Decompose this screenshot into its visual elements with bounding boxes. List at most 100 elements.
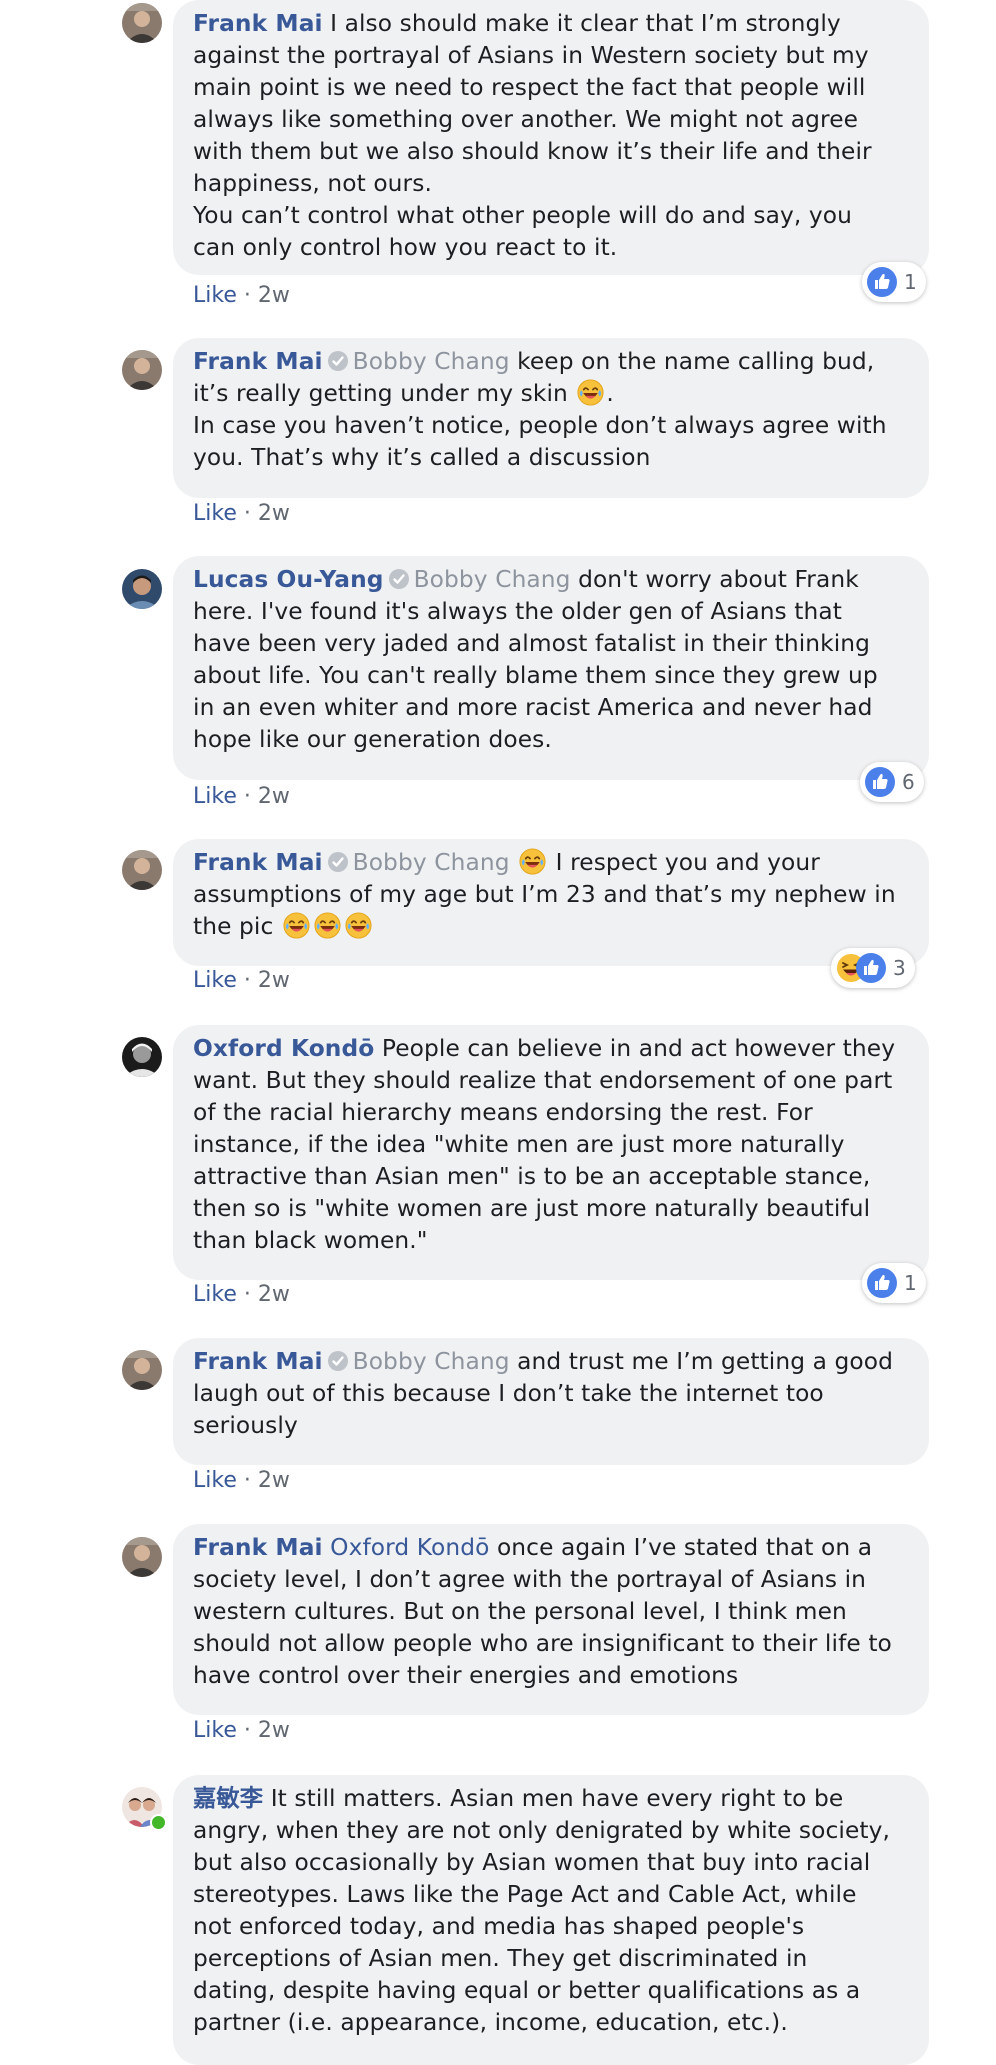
reaction-summary[interactable]: 1 [862, 1263, 926, 1303]
comment-text: . [606, 380, 614, 407]
laughing-emoji [282, 911, 311, 940]
like-reaction-icon [866, 1267, 898, 1299]
comment-bubble: Lucas Ou-Yang Bobby Chang don't worry abo… [173, 556, 929, 780]
like-reaction-icon [855, 952, 887, 984]
comment-text: and trust me I’m getting a good [509, 1348, 893, 1375]
reaction-count: 1 [904, 1271, 917, 1295]
verified-icon [388, 568, 410, 590]
separator: · [236, 501, 258, 526]
comment-actions: Like · 2w [193, 501, 290, 526]
avatar[interactable] [122, 350, 162, 390]
laughing-emoji [313, 911, 342, 940]
author-name[interactable]: Frank Mai [193, 849, 323, 876]
comment-text: I respect you and your [548, 849, 820, 876]
comment-text: you. That’s why it’s called a discussion [193, 444, 651, 471]
like-link[interactable]: Like [193, 501, 237, 526]
author-name[interactable]: Frank Mai [193, 348, 323, 375]
timestamp[interactable]: 2w [258, 968, 290, 993]
comment-bubble: Frank Mai Bobby Chang keep on the name ca… [173, 338, 929, 498]
comment-text: instance, if the idea "white men are jus… [193, 1131, 845, 1158]
comment-actions: Like · 2w [193, 784, 290, 809]
reaction-summary[interactable]: 6 [860, 762, 924, 802]
comment-actions: Like · 2w [193, 1282, 290, 1307]
comment-actions: Like · 2w [193, 1718, 290, 1743]
like-link[interactable]: Like [193, 784, 237, 809]
comment-text: of the racial hierarchy means endorsing … [193, 1099, 813, 1126]
reaction-count: 3 [893, 956, 906, 980]
verified-icon [327, 350, 349, 372]
timestamp[interactable]: 2w [258, 1468, 290, 1493]
comment-text: have control over their energies and emo… [193, 1662, 739, 1689]
comment-text: about life. You can't really blame them … [193, 662, 878, 689]
verified-icon [327, 851, 349, 873]
like-reaction-icon [866, 266, 898, 298]
reaction-summary[interactable]: 3 [831, 948, 915, 988]
mention-tag[interactable]: Oxford Kondō [323, 1534, 490, 1561]
comment-bubble: Frank Mai Oxford Kondō once again I’ve s… [173, 1524, 929, 1715]
like-link[interactable]: Like [193, 1468, 237, 1493]
comment-text: than black women." [193, 1227, 428, 1254]
comment-text: once again I’ve stated that on a [489, 1534, 873, 1561]
like-link[interactable]: Like [193, 1718, 237, 1743]
comment-text: stereotypes. Laws like the Page Act and … [193, 1881, 857, 1908]
author-name[interactable]: Lucas Ou-Yang [193, 566, 384, 593]
verified-icon [327, 1350, 349, 1372]
mention-tag[interactable]: Bobby Chang [353, 1348, 510, 1375]
timestamp[interactable]: 2w [258, 501, 290, 526]
comment-text: society level, I don’t agree with the po… [193, 1566, 867, 1593]
like-link[interactable]: Like [193, 1282, 237, 1307]
avatar[interactable] [122, 850, 162, 890]
avatar[interactable] [122, 1037, 162, 1077]
comment-text: attractive than Asian men" is to be an a… [193, 1163, 871, 1190]
comment-text: In case you haven’t notice, people don’t… [193, 412, 887, 439]
comment-text: western cultures. But on the personal le… [193, 1598, 847, 1625]
comment-text: laugh out of this because I don’t take t… [193, 1380, 824, 1407]
author-name[interactable]: Frank Mai [193, 1534, 323, 1561]
avatar[interactable] [122, 1537, 162, 1577]
comment-actions: Like · 2w [193, 1468, 290, 1493]
reaction-summary[interactable]: 1 [862, 262, 926, 302]
comment-text: with them but we also should know it’s t… [193, 138, 872, 165]
avatar[interactable] [122, 3, 162, 43]
comment-bubble: Frank Mai I also should make it clear th… [173, 0, 929, 275]
comment-text: hope like our generation does. [193, 726, 552, 753]
comment-text: here. I've found it's always the older g… [193, 598, 843, 625]
separator: · [236, 283, 258, 308]
comment-bubble: 嘉敏李 It still matters. Asian men have eve… [173, 1775, 929, 2065]
author-name[interactable]: Frank Mai [193, 1348, 323, 1375]
author-name[interactable]: Oxford Kondō [193, 1035, 374, 1062]
timestamp[interactable]: 2w [258, 1282, 290, 1307]
comment-text: assumptions of my age but I’m 23 and tha… [193, 881, 896, 908]
comment-text: It still matters. Asian men have every r… [263, 1785, 844, 1812]
avatar[interactable] [122, 569, 162, 609]
comment-text: the pic [193, 913, 274, 940]
mention-tag[interactable]: Bobby Chang [353, 348, 510, 375]
comment-text: don't worry about Frank [570, 566, 859, 593]
author-name[interactable]: 嘉敏李 [193, 1785, 263, 1812]
comment-text: want. But they should realize that endor… [193, 1067, 893, 1094]
comment-text: I also should make it clear that I’m str… [322, 10, 841, 37]
mention-tag[interactable]: Bobby Chang [414, 566, 571, 593]
avatar[interactable] [122, 1350, 162, 1390]
comment-text: always like something over another. We m… [193, 106, 859, 133]
mention-tag[interactable]: Bobby Chang [353, 849, 510, 876]
timestamp[interactable]: 2w [258, 1718, 290, 1743]
laughing-emoji [344, 911, 373, 940]
comment-text: happiness, not ours. [193, 170, 432, 197]
timestamp[interactable]: 2w [258, 283, 290, 308]
comment-actions: Like · 2w [193, 968, 290, 993]
comment-bubble: Frank Mai Bobby Chang I respect you and y… [173, 839, 929, 966]
comment-bubble: Oxford Kondō People can believe in and a… [173, 1025, 929, 1280]
separator: · [236, 968, 258, 993]
like-reaction-icon [864, 766, 896, 798]
like-link[interactable]: Like [193, 283, 237, 308]
author-name[interactable]: Frank Mai [193, 10, 323, 37]
reaction-count: 6 [902, 770, 915, 794]
online-status-icon [150, 1814, 167, 1831]
comment-text: it’s really getting under my skin [193, 380, 568, 407]
like-link[interactable]: Like [193, 968, 237, 993]
timestamp[interactable]: 2w [258, 784, 290, 809]
comment-text: against the portrayal of Asians in Weste… [193, 42, 869, 69]
comment-bubble: Frank Mai Bobby Chang and trust me I’m ge… [173, 1338, 929, 1465]
separator: · [236, 1718, 258, 1743]
